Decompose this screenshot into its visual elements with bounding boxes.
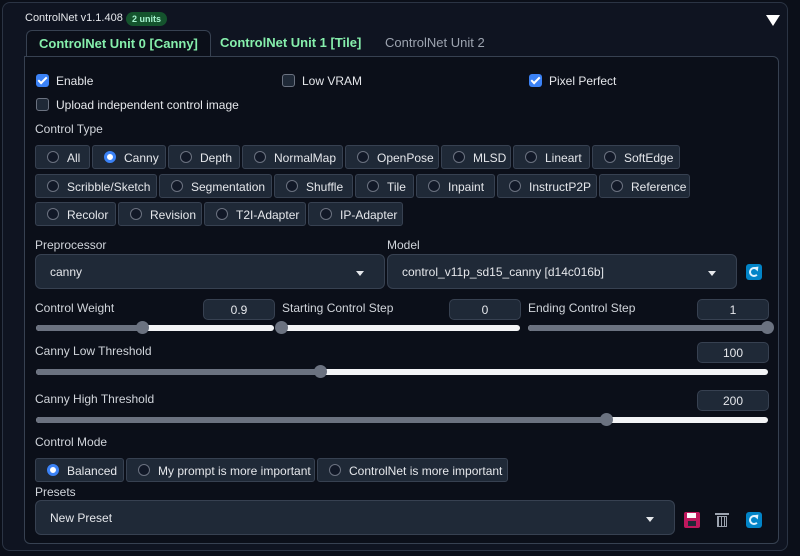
units-badge: 2 units <box>126 12 168 26</box>
radio-icon <box>525 151 537 163</box>
control-weight-input[interactable]: 0.9 <box>203 299 275 320</box>
preprocessor-label: Preprocessor <box>35 238 107 252</box>
starting-step-label: Starting Control Step <box>282 301 394 315</box>
canny-high-slider[interactable] <box>36 413 768 426</box>
radio-icon <box>611 180 623 192</box>
presets-dropdown[interactable]: New Preset <box>35 500 675 535</box>
slider-fill <box>528 325 768 331</box>
control-type-shuffle[interactable]: Shuffle <box>274 174 353 198</box>
control-weight-slider[interactable] <box>36 321 274 334</box>
refresh-icon[interactable] <box>746 512 762 528</box>
pixel-perfect-label: Pixel Perfect <box>549 74 617 88</box>
control-type-canny[interactable]: Canny <box>92 145 166 169</box>
radio-icon <box>428 180 440 192</box>
radio-icon <box>47 180 59 192</box>
radio-icon <box>604 151 616 163</box>
canny-low-label: Canny Low Threshold <box>35 344 152 358</box>
low-vram-label: Low VRAM <box>302 74 363 88</box>
control-mode-label: Control Mode <box>35 435 108 449</box>
radio-icon <box>357 151 369 163</box>
control-type-depth[interactable]: Depth <box>168 145 240 169</box>
control-type-softedge[interactable]: SoftEdge <box>592 145 680 169</box>
starting-step-slider[interactable] <box>275 321 520 334</box>
preset-value: New Preset <box>50 511 113 525</box>
pixel-perfect-checkbox[interactable] <box>529 74 542 87</box>
triangle-down-icon[interactable] <box>766 15 780 26</box>
radio-icon <box>171 180 183 192</box>
control-type-normalmap[interactable]: NormalMap <box>242 145 343 169</box>
radio-icon <box>47 208 59 220</box>
radio-icon <box>286 180 298 192</box>
control-type-openpose[interactable]: OpenPose <box>345 145 439 169</box>
save-icon[interactable] <box>684 512 700 528</box>
control-type-recolor[interactable]: Recolor <box>35 202 116 226</box>
radio-selected-icon <box>104 151 116 163</box>
control-type-instructp2p[interactable]: InstructP2P <box>497 174 597 198</box>
model-dropdown[interactable]: control_v11p_sd15_canny [d14c016b] <box>387 254 737 289</box>
low-vram-checkbox[interactable] <box>282 74 295 87</box>
radio-icon <box>180 151 192 163</box>
radio-icon <box>254 151 266 163</box>
ending-step-slider[interactable] <box>528 321 774 334</box>
control-type-lineart[interactable]: Lineart <box>513 145 590 169</box>
radio-icon <box>367 180 379 192</box>
refresh-icon[interactable] <box>746 264 762 280</box>
slider-fill <box>36 325 144 331</box>
control-type-reference[interactable]: Reference <box>599 174 690 198</box>
control-type-ip-adapter[interactable]: IP-Adapter <box>308 202 403 226</box>
control-type-inpaint[interactable]: Inpaint <box>416 174 495 198</box>
radio-icon <box>47 151 59 163</box>
tab-unit-2[interactable]: ControlNet Unit 2 <box>373 30 497 56</box>
slider-thumb[interactable] <box>275 321 288 334</box>
upload-independent-checkbox[interactable] <box>36 98 49 111</box>
panel-title: ControlNet v1.1.408 <box>25 12 123 24</box>
radio-icon <box>453 151 465 163</box>
ending-step-label: Ending Control Step <box>528 301 636 315</box>
tab-unit-1[interactable]: ControlNet Unit 1 [Tile] <box>208 30 373 56</box>
chevron-down-icon <box>708 271 716 276</box>
slider-fill <box>36 369 322 375</box>
control-type-segmentation[interactable]: Segmentation <box>159 174 272 198</box>
control-type-all[interactable]: All <box>35 145 90 169</box>
control-type-scribble[interactable]: Scribble/Sketch <box>35 174 157 198</box>
tab-unit-0[interactable]: ControlNet Unit 0 [Canny] <box>26 30 211 56</box>
presets-label: Presets <box>35 485 76 499</box>
preprocessor-value: canny <box>50 265 83 279</box>
control-mode-prompt[interactable]: My prompt is more important <box>126 458 315 482</box>
chevron-down-icon <box>646 517 654 522</box>
control-mode-controlnet[interactable]: ControlNet is more important <box>317 458 508 482</box>
radio-selected-icon <box>47 464 59 476</box>
enable-label: Enable <box>56 74 94 88</box>
ending-step-input[interactable]: 1 <box>697 299 769 320</box>
radio-icon <box>138 464 150 476</box>
canny-low-slider[interactable] <box>36 365 768 378</box>
canny-high-label: Canny High Threshold <box>35 392 155 406</box>
radio-icon <box>216 208 228 220</box>
starting-step-input[interactable]: 0 <box>449 299 521 320</box>
chevron-down-icon <box>356 271 364 276</box>
slider-thumb[interactable] <box>136 321 150 334</box>
control-type-mlsd[interactable]: MLSD <box>441 145 511 169</box>
model-label: Model <box>387 238 420 252</box>
control-type-revision[interactable]: Revision <box>118 202 202 226</box>
preprocessor-dropdown[interactable]: canny <box>35 254 385 289</box>
control-type-label: Control Type <box>35 122 103 136</box>
radio-icon <box>509 180 521 192</box>
control-type-tile[interactable]: Tile <box>355 174 414 198</box>
radio-icon <box>320 208 332 220</box>
control-mode-balanced[interactable]: Balanced <box>35 458 124 482</box>
canny-high-input[interactable]: 200 <box>697 390 769 411</box>
enable-checkbox[interactable] <box>36 74 49 87</box>
canny-low-input[interactable]: 100 <box>697 342 769 363</box>
control-weight-label: Control Weight <box>35 301 115 315</box>
slider-fill <box>36 417 607 423</box>
radio-icon <box>329 464 341 476</box>
slider-thumb[interactable] <box>761 321 774 334</box>
radio-icon <box>130 208 142 220</box>
upload-independent-label: Upload independent control image <box>56 98 239 112</box>
slider-thumb[interactable] <box>599 413 613 426</box>
model-value: control_v11p_sd15_canny [d14c016b] <box>402 265 604 279</box>
control-type-t2i-adapter[interactable]: T2I-Adapter <box>204 202 306 226</box>
trash-icon[interactable] <box>714 512 730 528</box>
